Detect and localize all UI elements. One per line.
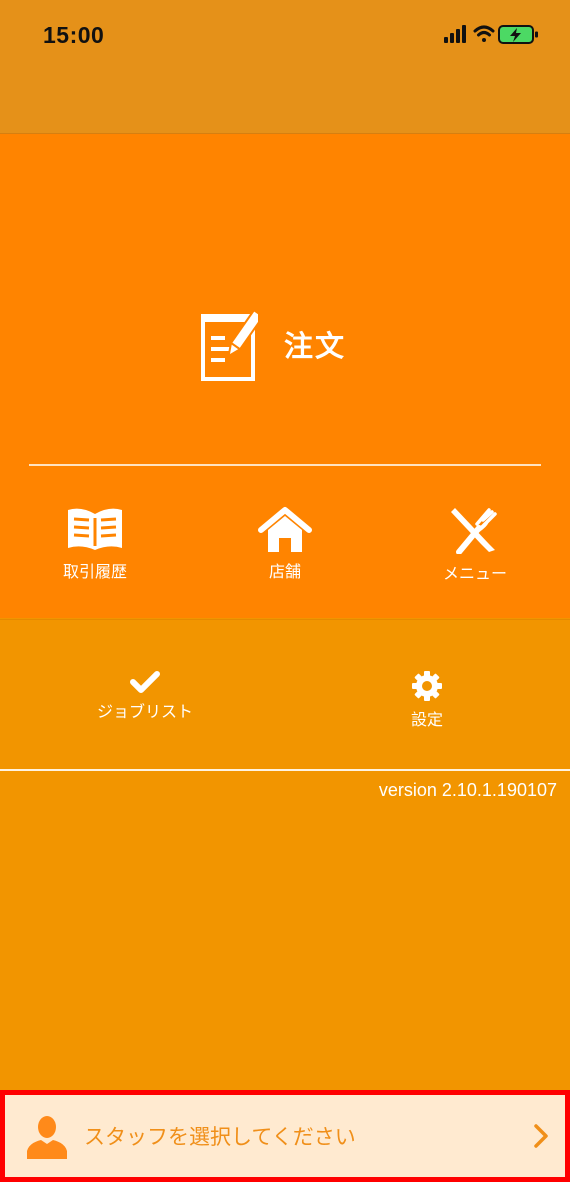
status-bar: 15:00 bbox=[0, 0, 570, 134]
status-time: 15:00 bbox=[43, 22, 105, 48]
gear-icon bbox=[412, 671, 442, 701]
chevron-right-icon bbox=[534, 1124, 548, 1148]
tools-panel: ジョブリスト 設定 bbox=[0, 619, 570, 771]
battery-charging-icon bbox=[498, 25, 538, 44]
nav-menu-label: メニュー bbox=[442, 564, 507, 583]
joblist-label: ジョブリスト bbox=[96, 702, 193, 721]
book-icon bbox=[68, 508, 122, 550]
nav-history-button[interactable]: 取引履歴 bbox=[0, 506, 190, 586]
nav-store-label: 店舗 bbox=[268, 562, 301, 581]
checkmark-icon bbox=[130, 671, 160, 693]
version-label: version 2.10.1.190107 bbox=[378, 780, 557, 800]
person-icon bbox=[27, 1116, 67, 1159]
wifi-icon bbox=[473, 25, 495, 42]
order-button[interactable]: 注文 bbox=[200, 304, 380, 384]
nav-history-label: 取引履歴 bbox=[62, 562, 127, 581]
signal-icon bbox=[444, 25, 466, 43]
order-panel: 注文 取引履歴 店舗 メニュー bbox=[0, 134, 570, 618]
order-label: 注文 bbox=[284, 329, 347, 363]
settings-button[interactable]: 設定 bbox=[332, 670, 522, 730]
joblist-button[interactable]: ジョブリスト bbox=[50, 670, 240, 730]
settings-label: 設定 bbox=[410, 710, 443, 729]
nav-menu-button[interactable]: メニュー bbox=[380, 506, 570, 586]
nav-store-button[interactable]: 店舗 bbox=[190, 506, 380, 586]
status-icons bbox=[444, 23, 548, 47]
fork-knife-icon bbox=[451, 508, 497, 554]
home-icon bbox=[258, 507, 312, 552]
staff-select-bar[interactable]: スタッフを選択してください bbox=[0, 1090, 570, 1182]
order-edit-icon bbox=[201, 308, 258, 381]
staff-select-label: スタッフを選択してください bbox=[84, 1125, 356, 1149]
tools-divider bbox=[0, 769, 570, 771]
order-divider bbox=[29, 464, 541, 466]
